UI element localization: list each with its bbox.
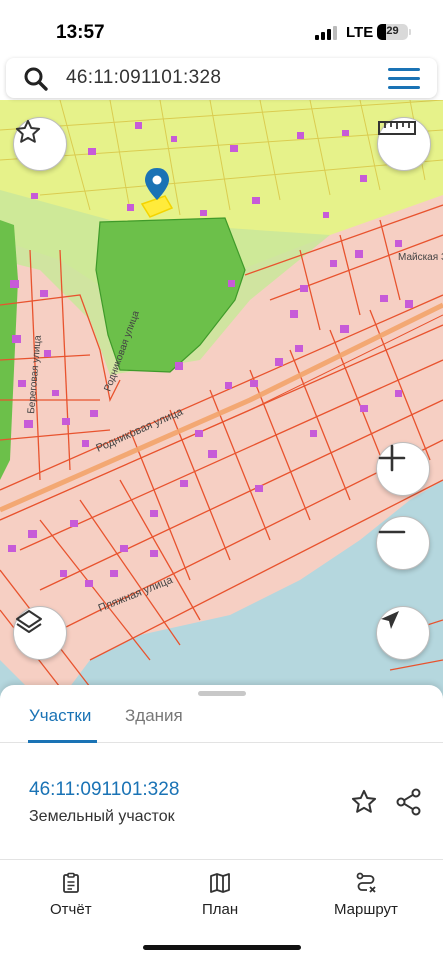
- report-icon: [62, 872, 79, 893]
- navigation-arrow-icon: [381, 611, 399, 629]
- street-label: Пляжная улица: [97, 574, 176, 615]
- search-input[interactable]: 46:11:091101:328: [66, 67, 221, 89]
- parcel-type: Земельный участок: [29, 808, 175, 825]
- zoom-out-button[interactable]: [376, 516, 430, 570]
- menu-icon[interactable]: [388, 68, 420, 90]
- layers-icon: [16, 610, 42, 633]
- minus-icon: [378, 530, 406, 534]
- bottom-sheet[interactable]: Участки Здания 46:11:091101:328 Земельны…: [0, 685, 443, 960]
- tab-bar: Участки Здания: [0, 703, 443, 743]
- locate-button[interactable]: [376, 606, 430, 660]
- battery-icon: 29: [377, 24, 408, 40]
- search-bar[interactable]: 46:11:091101:328: [6, 58, 437, 98]
- main-road: [0, 302, 443, 513]
- water-body: [60, 480, 443, 700]
- favorite-button[interactable]: [13, 117, 67, 171]
- ruler-icon: [378, 121, 416, 135]
- nav-plan-label: План: [202, 901, 239, 918]
- nav-report-label: Отчёт: [50, 901, 92, 918]
- nav-route-label: Маршрут: [334, 901, 398, 918]
- layers-button[interactable]: [13, 606, 67, 660]
- map-view[interactable]: Родниковая улица Пляжная улица Родникова…: [0, 100, 443, 700]
- bottom-nav: Отчёт План Маршрут: [0, 861, 443, 921]
- star-icon: [15, 119, 41, 143]
- plus-icon: [378, 444, 406, 472]
- home-indicator: [143, 945, 301, 950]
- share-icon[interactable]: [394, 787, 424, 817]
- street-label: Береговая улица: [26, 334, 44, 414]
- battery-level: 29: [386, 25, 399, 37]
- status-time: 13:57: [56, 22, 105, 43]
- network-type: LTE: [346, 24, 374, 41]
- nav-route[interactable]: Маршрут: [334, 871, 398, 918]
- signal-icon: [315, 26, 339, 40]
- map-icon: [210, 873, 230, 893]
- tab-buildings[interactable]: Здания: [125, 706, 183, 726]
- measure-button[interactable]: [377, 117, 431, 171]
- nav-plan[interactable]: План: [202, 871, 238, 918]
- search-icon[interactable]: [23, 66, 49, 92]
- route-icon: [356, 872, 376, 893]
- nav-report[interactable]: Отчёт: [50, 871, 92, 918]
- sheet-divider: [0, 859, 443, 860]
- status-bar: 13:57 LTE 29: [0, 0, 443, 56]
- sheet-handle[interactable]: [198, 691, 246, 696]
- zoom-in-button[interactable]: [376, 442, 430, 496]
- active-tab-indicator: [28, 740, 97, 743]
- favorite-star-icon[interactable]: [349, 788, 379, 816]
- tab-parcels[interactable]: Участки: [29, 706, 91, 726]
- street-label: Майская Зар: [398, 252, 443, 263]
- battery-cap: [409, 29, 411, 35]
- parcel-id-link[interactable]: 46:11:091101:328: [29, 779, 179, 801]
